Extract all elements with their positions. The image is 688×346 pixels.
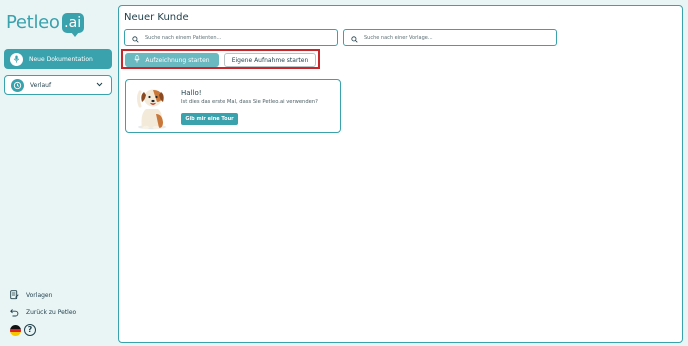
new-documentation-button[interactable]: Neue Dokumentation	[4, 49, 112, 69]
chevron-down-icon	[96, 82, 103, 89]
welcome-title: Hallo!	[181, 89, 202, 97]
petleo-logo[interactable]: Petleo .ai	[6, 11, 84, 37]
start-recording-label: Aufzeichnung starten	[145, 56, 210, 64]
search-icon	[132, 28, 139, 47]
microphone-icon	[134, 55, 141, 65]
templates-link[interactable]: Vorlagen	[9, 290, 52, 300]
logo-bubble: .ai	[61, 13, 84, 37]
patient-search-box[interactable]	[124, 29, 338, 46]
logo-word: Petleo	[6, 12, 60, 33]
templates-icon	[9, 290, 19, 300]
own-recording-button[interactable]: Eigene Aufnahme starten	[224, 53, 316, 67]
sidebar: Petleo .ai Neue Dokumentation Verlauf Vo…	[0, 0, 116, 346]
undo-arrow-icon	[9, 307, 19, 317]
welcome-card: Hallo! Ist dies das erste Mal, dass Sie …	[125, 79, 341, 133]
start-recording-button[interactable]: Aufzeichnung starten	[125, 53, 219, 67]
microphone-icon	[10, 52, 23, 66]
back-to-petleo-label: Zurück zu Petleo	[26, 308, 77, 316]
german-flag-icon[interactable]	[10, 325, 21, 336]
history-icon	[11, 78, 24, 92]
new-documentation-label: Neue Dokumentation	[29, 55, 93, 63]
give-tour-button[interactable]: Gib mir eine Tour	[181, 113, 238, 125]
template-search-box[interactable]	[343, 29, 557, 46]
main-panel: Neuer Kunde Aufzeichnung starten Eigene …	[118, 5, 683, 343]
history-label: Verlauf	[30, 81, 52, 89]
help-icon[interactable]: ?	[24, 324, 36, 336]
back-to-petleo-link[interactable]: Zurück zu Petleo	[9, 307, 76, 317]
templates-label: Vorlagen	[26, 291, 53, 299]
own-recording-label: Eigene Aufnahme starten	[231, 56, 309, 64]
template-search-input[interactable]	[364, 34, 524, 41]
patient-search-input[interactable]	[145, 34, 305, 41]
history-dropdown[interactable]: Verlauf	[4, 75, 112, 95]
search-icon	[351, 28, 358, 47]
page-title: Neuer Kunde	[124, 12, 189, 23]
welcome-text: Ist dies das erste Mal, dass Sie Petleo.…	[181, 99, 318, 105]
dog-mascot-illustration	[137, 89, 166, 130]
